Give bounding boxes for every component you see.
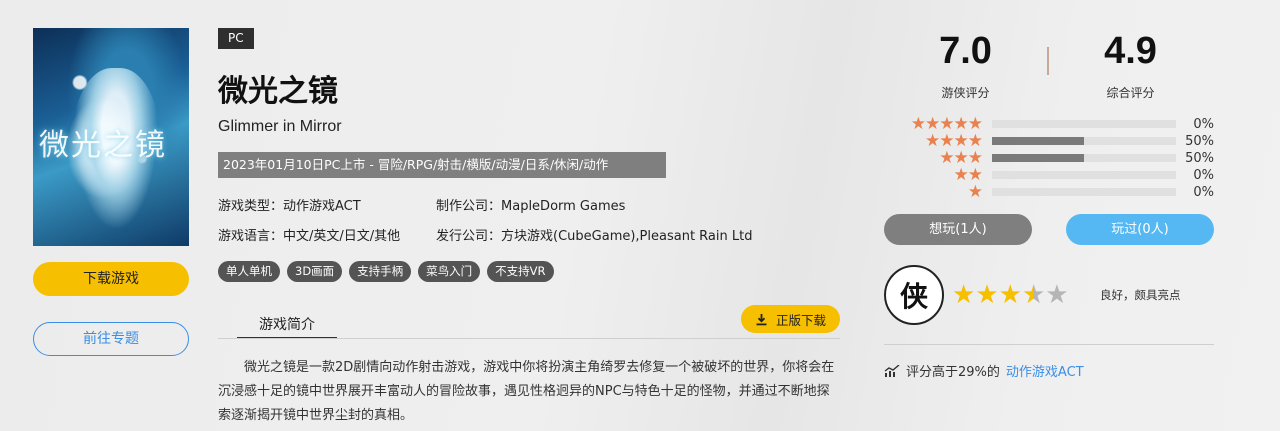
rating-percent: 50% [1185,151,1214,166]
score-comparison: 评分高于29%的 动作游戏ACT [884,361,1084,380]
tag-no-vr[interactable]: 不支持VR [487,261,554,282]
download-game-button[interactable]: 下载游戏 [33,262,189,296]
tab-game-intro[interactable]: 游戏简介 [237,313,337,339]
language-info: 游戏语言：中文/英文/日文/其他 [218,225,400,244]
official-download-button[interactable]: 正版下载 [741,305,840,333]
trend-chart-icon [884,364,900,377]
comparison-category-link[interactable]: 动作游戏ACT [1006,361,1084,380]
game-title-english: Glimmer in Mirror [218,118,342,135]
publisher-label: 发行公司： [436,229,502,244]
publisher-value: 方块游戏(CubeGame),Pleasant Rain Ltd [501,229,753,244]
rating-bar-fill [992,137,1084,145]
comparison-prefix: 评分高于29%的 [906,365,1000,380]
release-info-bar: 2023年01月10日PC上市 - 冒险/RPG/射击/横版/动漫/日系/休闲/… [218,152,666,178]
review-comment: 良好，颇具亮点 [1100,288,1181,302]
rating-percent: 0% [1193,168,1214,183]
rating-percent: 0% [1193,185,1214,200]
rating-row-3-stars: ★★★ 50% [884,150,1214,167]
played-button[interactable]: 玩过(0人) [1066,214,1214,245]
game-type-info: 游戏类型：动作游戏ACT [218,195,361,214]
rating-bar [992,154,1176,162]
platform-badge: PC [218,28,254,49]
rating-bar-fill [992,154,1084,162]
star-empty-icon: ★ [1045,280,1069,310]
tag-beginner-friendly[interactable]: 菜鸟入门 [418,261,481,282]
review-star-rating: ★★★★★ [952,281,1069,309]
rating-percent: 50% [1185,134,1214,149]
tab-divider [218,338,840,339]
rating-row-1-star: ★ 0% [884,184,1214,201]
game-type-label: 游戏类型： [218,199,284,214]
want-to-play-button[interactable]: 想玩(1人) [884,214,1032,245]
youxia-score-label: 游侠评分 [941,86,990,100]
language-label: 游戏语言： [218,229,284,244]
tag-controller-support[interactable]: 支持手柄 [349,261,412,282]
score-divider [1047,47,1049,75]
download-icon [756,313,767,325]
rating-bar [992,188,1176,196]
rating-bar [992,120,1176,128]
game-type-value[interactable]: 动作游戏ACT [283,199,361,214]
rating-bar [992,137,1176,145]
one-star-icon: ★ [967,182,983,202]
game-intro-text: 微光之镜是一款2D剧情向动作射击游戏，游戏中你将扮演主角绮罗去修复一个被破坏的世… [218,360,835,423]
overall-score: 4.9 [1104,30,1157,72]
feature-tags: 单人单机 3D画面 支持手柄 菜鸟入门 不支持VR [218,261,554,282]
game-title: 微光之镜 [218,74,338,109]
go-to-topic-button[interactable]: 前往专题 [33,322,189,356]
publisher-info: 发行公司：方块游戏(CubeGame),Pleasant Rain Ltd [436,225,752,244]
developer-label: 制作公司： [436,199,502,214]
game-cover-image: 微光之镜 [33,28,189,246]
overall-score-label: 综合评分 [1106,86,1155,100]
star-full-icon: ★ [975,280,999,310]
tag-3d-graphics[interactable]: 3D画面 [287,261,343,282]
official-download-label: 正版下载 [775,312,826,328]
developer-value: MapleDorm Games [501,199,626,214]
youxia-reviewer-logo: 侠 [884,265,944,325]
star-half-icon: ★ [1021,280,1046,310]
rating-percent: 0% [1193,117,1214,132]
rating-bar [992,171,1176,179]
rating-row-2-stars: ★★ 0% [884,167,1214,184]
developer-info: 制作公司：MapleDorm Games [436,195,625,214]
star-full-icon: ★ [998,280,1022,310]
language-value: 中文/英文/日文/其他 [283,229,401,244]
star-full-icon: ★ [952,280,976,310]
cover-title-art: 微光之镜 [39,128,167,163]
tag-single-player[interactable]: 单人单机 [218,261,280,282]
right-divider [884,344,1214,345]
rating-row-4-stars: ★★★★ 50% [884,133,1214,150]
youxia-score: 7.0 [939,30,992,72]
